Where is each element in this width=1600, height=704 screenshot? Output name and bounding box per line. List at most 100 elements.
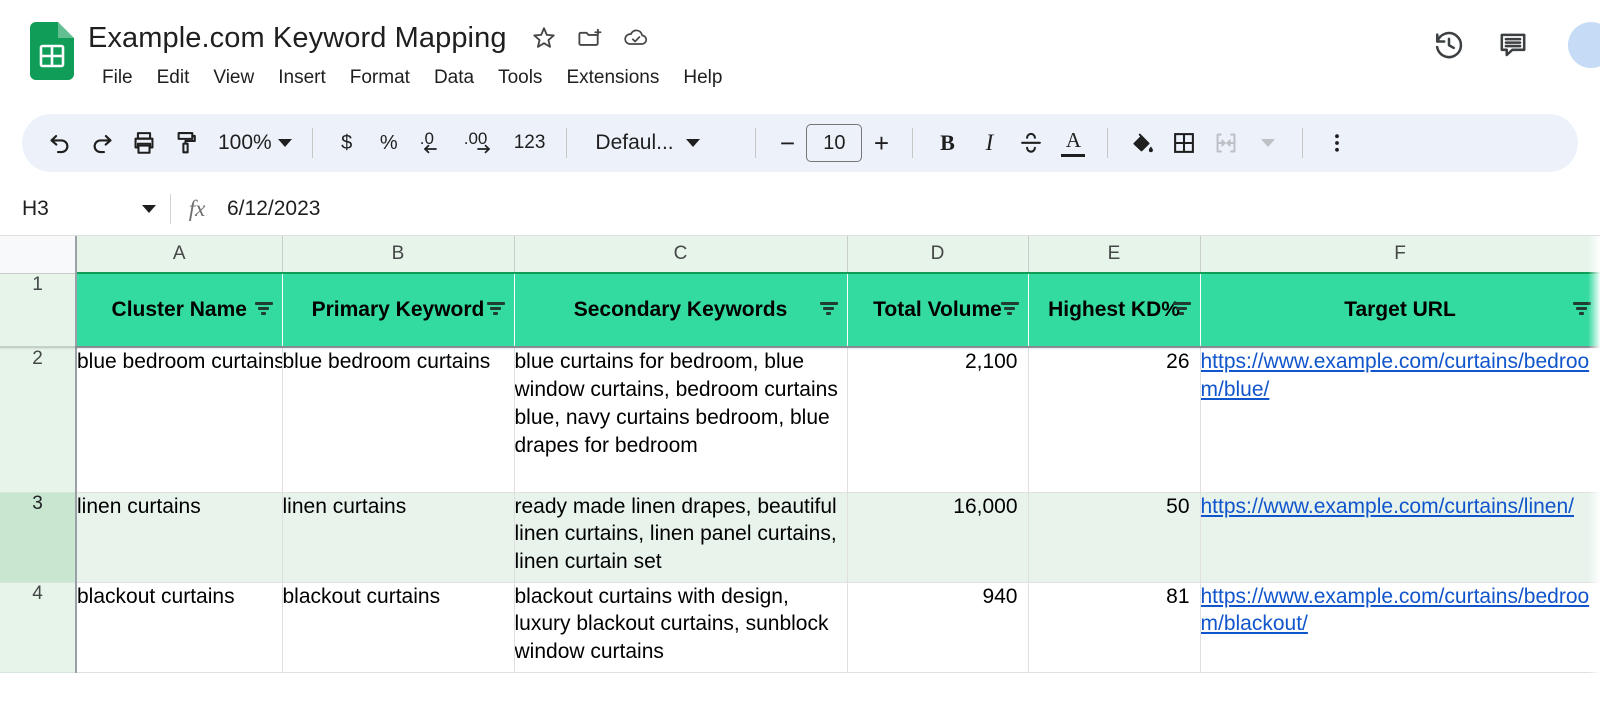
cell-b4[interactable]: blackout curtains [282, 582, 514, 672]
menu-bar: File Edit View Insert Format Data Tools … [88, 64, 734, 92]
filter-icon[interactable] [254, 302, 274, 318]
merge-options-chevron-icon[interactable] [1248, 122, 1288, 164]
currency-format-button[interactable]: $ [327, 122, 367, 164]
merge-cells-icon[interactable] [1206, 122, 1246, 164]
menu-item-format[interactable]: Format [338, 64, 422, 92]
text-color-label: A [1066, 130, 1081, 151]
more-options-icon[interactable] [1317, 122, 1357, 164]
star-icon[interactable] [531, 25, 557, 51]
menu-item-help[interactable]: Help [671, 64, 734, 92]
more-formats-button[interactable]: 123 [507, 122, 553, 164]
filter-icon[interactable] [1572, 302, 1592, 318]
menu-item-insert[interactable]: Insert [266, 64, 338, 92]
page-title[interactable]: Example.com Keyword Mapping [88, 22, 511, 55]
cell-d2[interactable]: 2,100 [847, 347, 1028, 492]
select-all-corner[interactable] [0, 236, 76, 273]
font-family-selector[interactable]: Defaul... [581, 122, 741, 164]
filter-icon[interactable] [819, 302, 839, 318]
header-cell-target-url[interactable]: Target URL [1200, 273, 1600, 347]
row-header-3[interactable]: 3 [0, 492, 76, 582]
column-header-c[interactable]: C [514, 236, 847, 273]
header-cell-total-volume[interactable]: Total Volume [847, 273, 1028, 347]
strikethrough-button[interactable] [1011, 122, 1051, 164]
print-icon[interactable] [124, 122, 164, 164]
text-color-swatch [1061, 154, 1085, 157]
bold-button[interactable]: B [927, 122, 967, 164]
cell-d3[interactable]: 16,000 [847, 492, 1028, 582]
cell-a2[interactable]: blue bedroom curtains [76, 347, 282, 492]
cell-a4[interactable]: blackout curtains [76, 582, 282, 672]
increase-decimal-button[interactable]: .00 [457, 122, 505, 164]
formula-input[interactable]: 6/12/2023 [223, 197, 1600, 221]
zoom-selector[interactable]: 100% [208, 122, 298, 164]
header-cell-highest-kd[interactable]: Highest KD% [1028, 273, 1200, 347]
redo-icon[interactable] [82, 122, 122, 164]
cell-b2[interactable]: blue bedroom curtains [282, 347, 514, 492]
cell-f4[interactable]: https://www.example.com/curtains/bedroom… [1200, 582, 1600, 672]
top-bar: Example.com Keyword Mapping [0, 0, 1600, 110]
borders-icon[interactable] [1164, 122, 1204, 164]
filter-icon[interactable] [1000, 302, 1020, 318]
fill-color-icon[interactable] [1122, 122, 1162, 164]
comment-icon[interactable] [1496, 28, 1530, 62]
undo-icon[interactable] [40, 122, 80, 164]
toolbar: 100% $ % .0 .00 123 Defaul [22, 114, 1578, 172]
cell-e4[interactable]: 81 [1028, 582, 1200, 672]
row-header-1[interactable]: 1 [0, 273, 76, 347]
percent-format-button[interactable]: % [369, 122, 409, 164]
sheet-table: A B C D E F 1 Cluster Name Primary Keywo… [0, 236, 1600, 673]
target-url-link[interactable]: https://www.example.com/curtains/linen/ [1201, 495, 1575, 518]
menu-item-extensions[interactable]: Extensions [554, 64, 671, 92]
move-to-folder-icon[interactable] [577, 25, 603, 51]
name-box-value: H3 [22, 197, 49, 221]
menu-item-data[interactable]: Data [422, 64, 486, 92]
cell-f3[interactable]: https://www.example.com/curtains/linen/ [1200, 492, 1600, 582]
filter-icon[interactable] [486, 302, 506, 318]
row-header-2[interactable]: 2 [0, 347, 76, 492]
cell-f2[interactable]: https://www.example.com/curtains/bedroom… [1200, 347, 1600, 492]
title-row: Example.com Keyword Mapping [88, 18, 734, 58]
column-header-row: A B C D E F [0, 236, 1600, 273]
cell-e3[interactable]: 50 [1028, 492, 1200, 582]
cloud-saved-icon[interactable] [623, 25, 649, 51]
cell-d4[interactable]: 940 [847, 582, 1028, 672]
cell-c4[interactable]: blackout curtains with design, luxury bl… [514, 582, 847, 672]
italic-button[interactable]: I [969, 122, 1009, 164]
header-cell-cluster-name[interactable]: Cluster Name [76, 273, 282, 347]
menu-item-tools[interactable]: Tools [486, 64, 554, 92]
google-sheets-icon[interactable] [30, 22, 74, 80]
menu-item-file[interactable]: File [90, 64, 145, 92]
increase-font-size-button[interactable]: + [864, 124, 898, 162]
paint-format-icon[interactable] [166, 122, 206, 164]
top-bar-actions [1432, 22, 1590, 68]
target-url-link[interactable]: https://www.example.com/curtains/bedroom… [1201, 585, 1590, 636]
header-cell-secondary-keywords[interactable]: Secondary Keywords [514, 273, 847, 347]
column-header-f[interactable]: F [1200, 236, 1600, 273]
filter-icon[interactable] [1172, 302, 1192, 318]
column-header-b[interactable]: B [282, 236, 514, 273]
header-label: Primary Keyword [312, 298, 485, 322]
font-size-input[interactable]: 10 [806, 124, 862, 162]
row-header-4[interactable]: 4 [0, 582, 76, 672]
target-url-link[interactable]: https://www.example.com/curtains/bedroom… [1201, 350, 1590, 401]
chevron-down-icon [1261, 139, 1275, 147]
cell-c2[interactable]: blue curtains for bedroom, blue window c… [514, 347, 847, 492]
column-header-e[interactable]: E [1028, 236, 1200, 273]
cell-e2[interactable]: 26 [1028, 347, 1200, 492]
decrease-decimal-button[interactable]: .0 [411, 122, 455, 164]
menu-item-edit[interactable]: Edit [145, 64, 202, 92]
avatar[interactable] [1568, 22, 1600, 68]
toolbar-container: 100% $ % .0 .00 123 Defaul [0, 110, 1600, 182]
cell-c3[interactable]: ready made linen drapes, beautiful linen… [514, 492, 847, 582]
decrease-font-size-button[interactable]: − [770, 124, 804, 162]
cell-b3[interactable]: linen curtains [282, 492, 514, 582]
name-box[interactable]: H3 [0, 182, 170, 235]
cell-a3[interactable]: linen curtains [76, 492, 282, 582]
column-header-a[interactable]: A [76, 236, 282, 273]
column-header-d[interactable]: D [847, 236, 1028, 273]
header-cell-primary-keyword[interactable]: Primary Keyword [282, 273, 514, 347]
version-history-icon[interactable] [1432, 28, 1466, 62]
text-color-button[interactable]: A [1053, 122, 1093, 164]
header-label: Secondary Keywords [574, 298, 788, 322]
menu-item-view[interactable]: View [201, 64, 266, 92]
